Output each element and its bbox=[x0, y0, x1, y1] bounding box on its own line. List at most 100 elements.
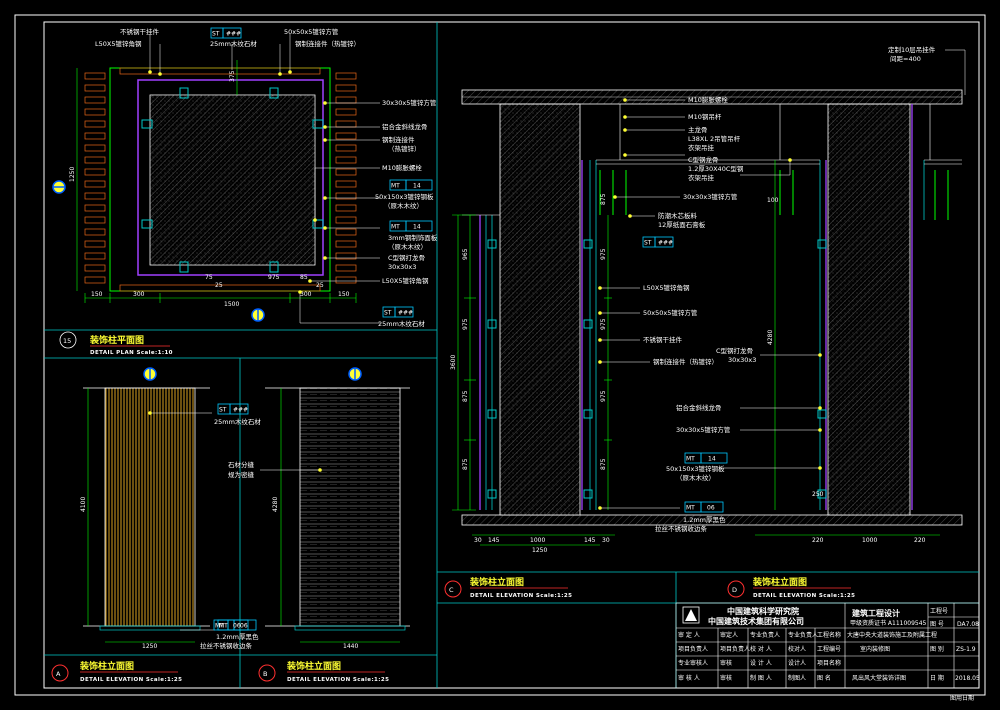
tb-code-label2: 图 号 bbox=[930, 621, 944, 628]
dim-b5: 1500 bbox=[224, 301, 239, 308]
label-c-l3: 主龙骨 bbox=[688, 125, 708, 134]
label-c-l8: 衣架吊挂 bbox=[688, 173, 715, 182]
svg-text:###: ### bbox=[233, 407, 248, 414]
svg-text:14: 14 bbox=[413, 183, 421, 190]
svg-text:MT: MT bbox=[215, 623, 224, 630]
dim-c-v5: 975 bbox=[600, 248, 607, 260]
label-p15-r6: 50x150x3镀锌钢板 bbox=[375, 192, 434, 201]
label-p15-r5: M10膨胀螺栓 bbox=[382, 163, 422, 172]
tag-st-a: ST ### bbox=[217, 403, 249, 415]
dim-c2: 25 bbox=[215, 282, 223, 289]
section-marker-left bbox=[52, 180, 66, 194]
tb-r0c0: 审 定 人 bbox=[678, 631, 700, 639]
svg-text:06: 06 bbox=[707, 505, 715, 512]
dim-c-b10: 1000 bbox=[862, 537, 877, 544]
svg-text:MT: MT bbox=[686, 505, 695, 512]
label-b-joint2: 规为密缝 bbox=[228, 470, 255, 479]
label-p15-r11: 30x30x3 bbox=[388, 263, 416, 271]
company-logo-icon bbox=[682, 606, 700, 624]
dim-b-bottom: 1440 bbox=[343, 643, 358, 650]
panel-b-title: 装饰柱立面图 bbox=[286, 660, 341, 672]
panel-d-letter: D bbox=[732, 586, 737, 594]
svg-text:14: 14 bbox=[413, 224, 421, 231]
label-c-l5: 衣架吊挂 bbox=[688, 143, 715, 152]
panel-c-letter: C bbox=[449, 586, 454, 594]
label-p15-l4: 钢制连接件（热镀锌） bbox=[295, 39, 360, 48]
tb-cert2: 甲级资质证书 A111009545 bbox=[850, 619, 927, 627]
panel-15-title: 装饰柱平面图 bbox=[89, 334, 144, 346]
svg-text:MT: MT bbox=[391, 183, 400, 190]
tb-r2c2: 设 计 人 bbox=[750, 659, 772, 667]
tb-r2c0: 专业审核人 bbox=[678, 659, 708, 667]
tag-mt06-c: MT 06 bbox=[684, 501, 724, 513]
dim-c5: 25 bbox=[316, 282, 324, 289]
dim-c-b8: 250 bbox=[812, 491, 824, 498]
stone-blocks-right bbox=[335, 72, 357, 284]
section-marker-a bbox=[143, 367, 157, 381]
dim-c-v7: 975 bbox=[600, 390, 607, 402]
tb-r3c0: 审 核 人 bbox=[678, 674, 700, 682]
tb-r1c2: 校 对 人 bbox=[750, 645, 772, 653]
label-b-joint1: 石材分缝 bbox=[228, 460, 255, 469]
panel-c-section: 965 975 875 875 3600 975 975 975 875 875… bbox=[444, 45, 966, 599]
svg-text:ST: ST bbox=[644, 240, 652, 247]
panel-c-subtitle: DETAIL ELEVATION Scale:1:25 bbox=[470, 593, 572, 599]
tb-project-name: 室内装修图 bbox=[860, 645, 890, 653]
panel-b-letter: B bbox=[263, 670, 267, 678]
tb-date-label: 日 期 bbox=[930, 674, 944, 682]
dim-c-total: 3600 bbox=[450, 355, 457, 370]
tb-r2c3: 设计人 bbox=[788, 659, 806, 667]
label-p15-r10: C型钢打龙骨 bbox=[388, 253, 425, 262]
label-c-l23: 拉丝不锈钢收边条 bbox=[655, 524, 708, 533]
dim-c-v1: 965 bbox=[462, 248, 469, 260]
svg-text:###: ### bbox=[398, 310, 413, 317]
tb-r3c4: 图 名 bbox=[817, 674, 831, 682]
dim-c4: 85 bbox=[300, 274, 308, 281]
panel-c-title: 装饰柱立面图 bbox=[469, 576, 524, 588]
stone-blocks-left bbox=[84, 72, 106, 284]
tb-r2c4: 项目名称 bbox=[817, 659, 841, 667]
tag-st-p15-b: ST ### bbox=[382, 306, 414, 318]
dim-c-b11: 220 bbox=[914, 537, 926, 544]
cad-drawing: 1250 375 150 300 300 150 1500 75 25 975 … bbox=[14, 14, 986, 702]
dim-b2: 300 bbox=[133, 291, 145, 298]
section-marker-b bbox=[348, 367, 362, 381]
label-p15-r3: 钢制连接件 bbox=[382, 135, 415, 144]
title-block: 中国建筑科学研究院 中国建筑技术集团有限公司 建筑工程设计 甲级资质证书 A11… bbox=[675, 602, 980, 702]
label-p15-l3: 50x50x5镀锌方管 bbox=[284, 27, 339, 36]
tb-project: 大唐中央大道装饰施工及附属工程 bbox=[847, 631, 937, 639]
label-p15-l5: 25mm木纹石材 bbox=[210, 39, 257, 48]
dim-c-v2: 975 bbox=[462, 318, 469, 330]
dim-b4: 150 bbox=[338, 291, 350, 298]
dim-c-b6: 1250 bbox=[532, 547, 547, 554]
panel-d-title: 装饰柱立面图 bbox=[752, 576, 807, 588]
label-c-l22: 1.2mm厚黑色 bbox=[683, 515, 726, 524]
svg-text:ST: ST bbox=[212, 31, 220, 38]
label-p15-l2: L50X5镀锌角钢 bbox=[95, 39, 142, 48]
panel-a-subtitle: DETAIL ELEVATION Scale:1:25 bbox=[80, 677, 182, 683]
label-c-l11: 12厚纸面石膏板 bbox=[658, 220, 706, 229]
panel-15-plan: 1250 375 150 300 300 150 1500 75 25 975 … bbox=[52, 27, 438, 356]
label-c-rtop1: 定制10层吊挂件 bbox=[888, 45, 936, 54]
panel-a-title: 装饰柱立面图 bbox=[79, 660, 134, 672]
tb-r1c1: 项目负责人 bbox=[720, 645, 750, 653]
label-a-base2: 拉丝不锈钢收边条 bbox=[200, 641, 253, 650]
svg-text:ST: ST bbox=[384, 310, 392, 317]
tb-r0c2: 专业负责人 bbox=[750, 631, 780, 639]
dim-c-b2: 145 bbox=[488, 537, 500, 544]
dim-c-b1: 30 bbox=[474, 537, 482, 544]
label-a-stone: 25mm木纹石材 bbox=[214, 417, 261, 426]
label-c-l20: 50x150x3镀锌钢板 bbox=[666, 464, 725, 473]
tb-org1: 中国建筑科学研究院 bbox=[727, 606, 799, 616]
panel-15-number: 15 bbox=[63, 337, 71, 345]
label-c-l7: 1.2厚30X40C型钢 bbox=[688, 164, 744, 173]
label-c-l16: C型钢打龙骨 bbox=[716, 346, 753, 355]
svg-text:ST: ST bbox=[219, 407, 227, 414]
svg-text:###: ### bbox=[226, 31, 241, 38]
dim-a-height: 4100 bbox=[80, 497, 87, 512]
label-c-l6: C型钢龙骨 bbox=[688, 155, 719, 164]
tb-r3c2: 制 图 人 bbox=[750, 674, 772, 682]
label-p15-r12: L50X5镀锌角钢 bbox=[382, 276, 429, 285]
label-c-l19: 30x30x5镀锌方管 bbox=[676, 425, 731, 434]
label-p15-r2: 铝合金斜线龙骨 bbox=[382, 122, 428, 131]
